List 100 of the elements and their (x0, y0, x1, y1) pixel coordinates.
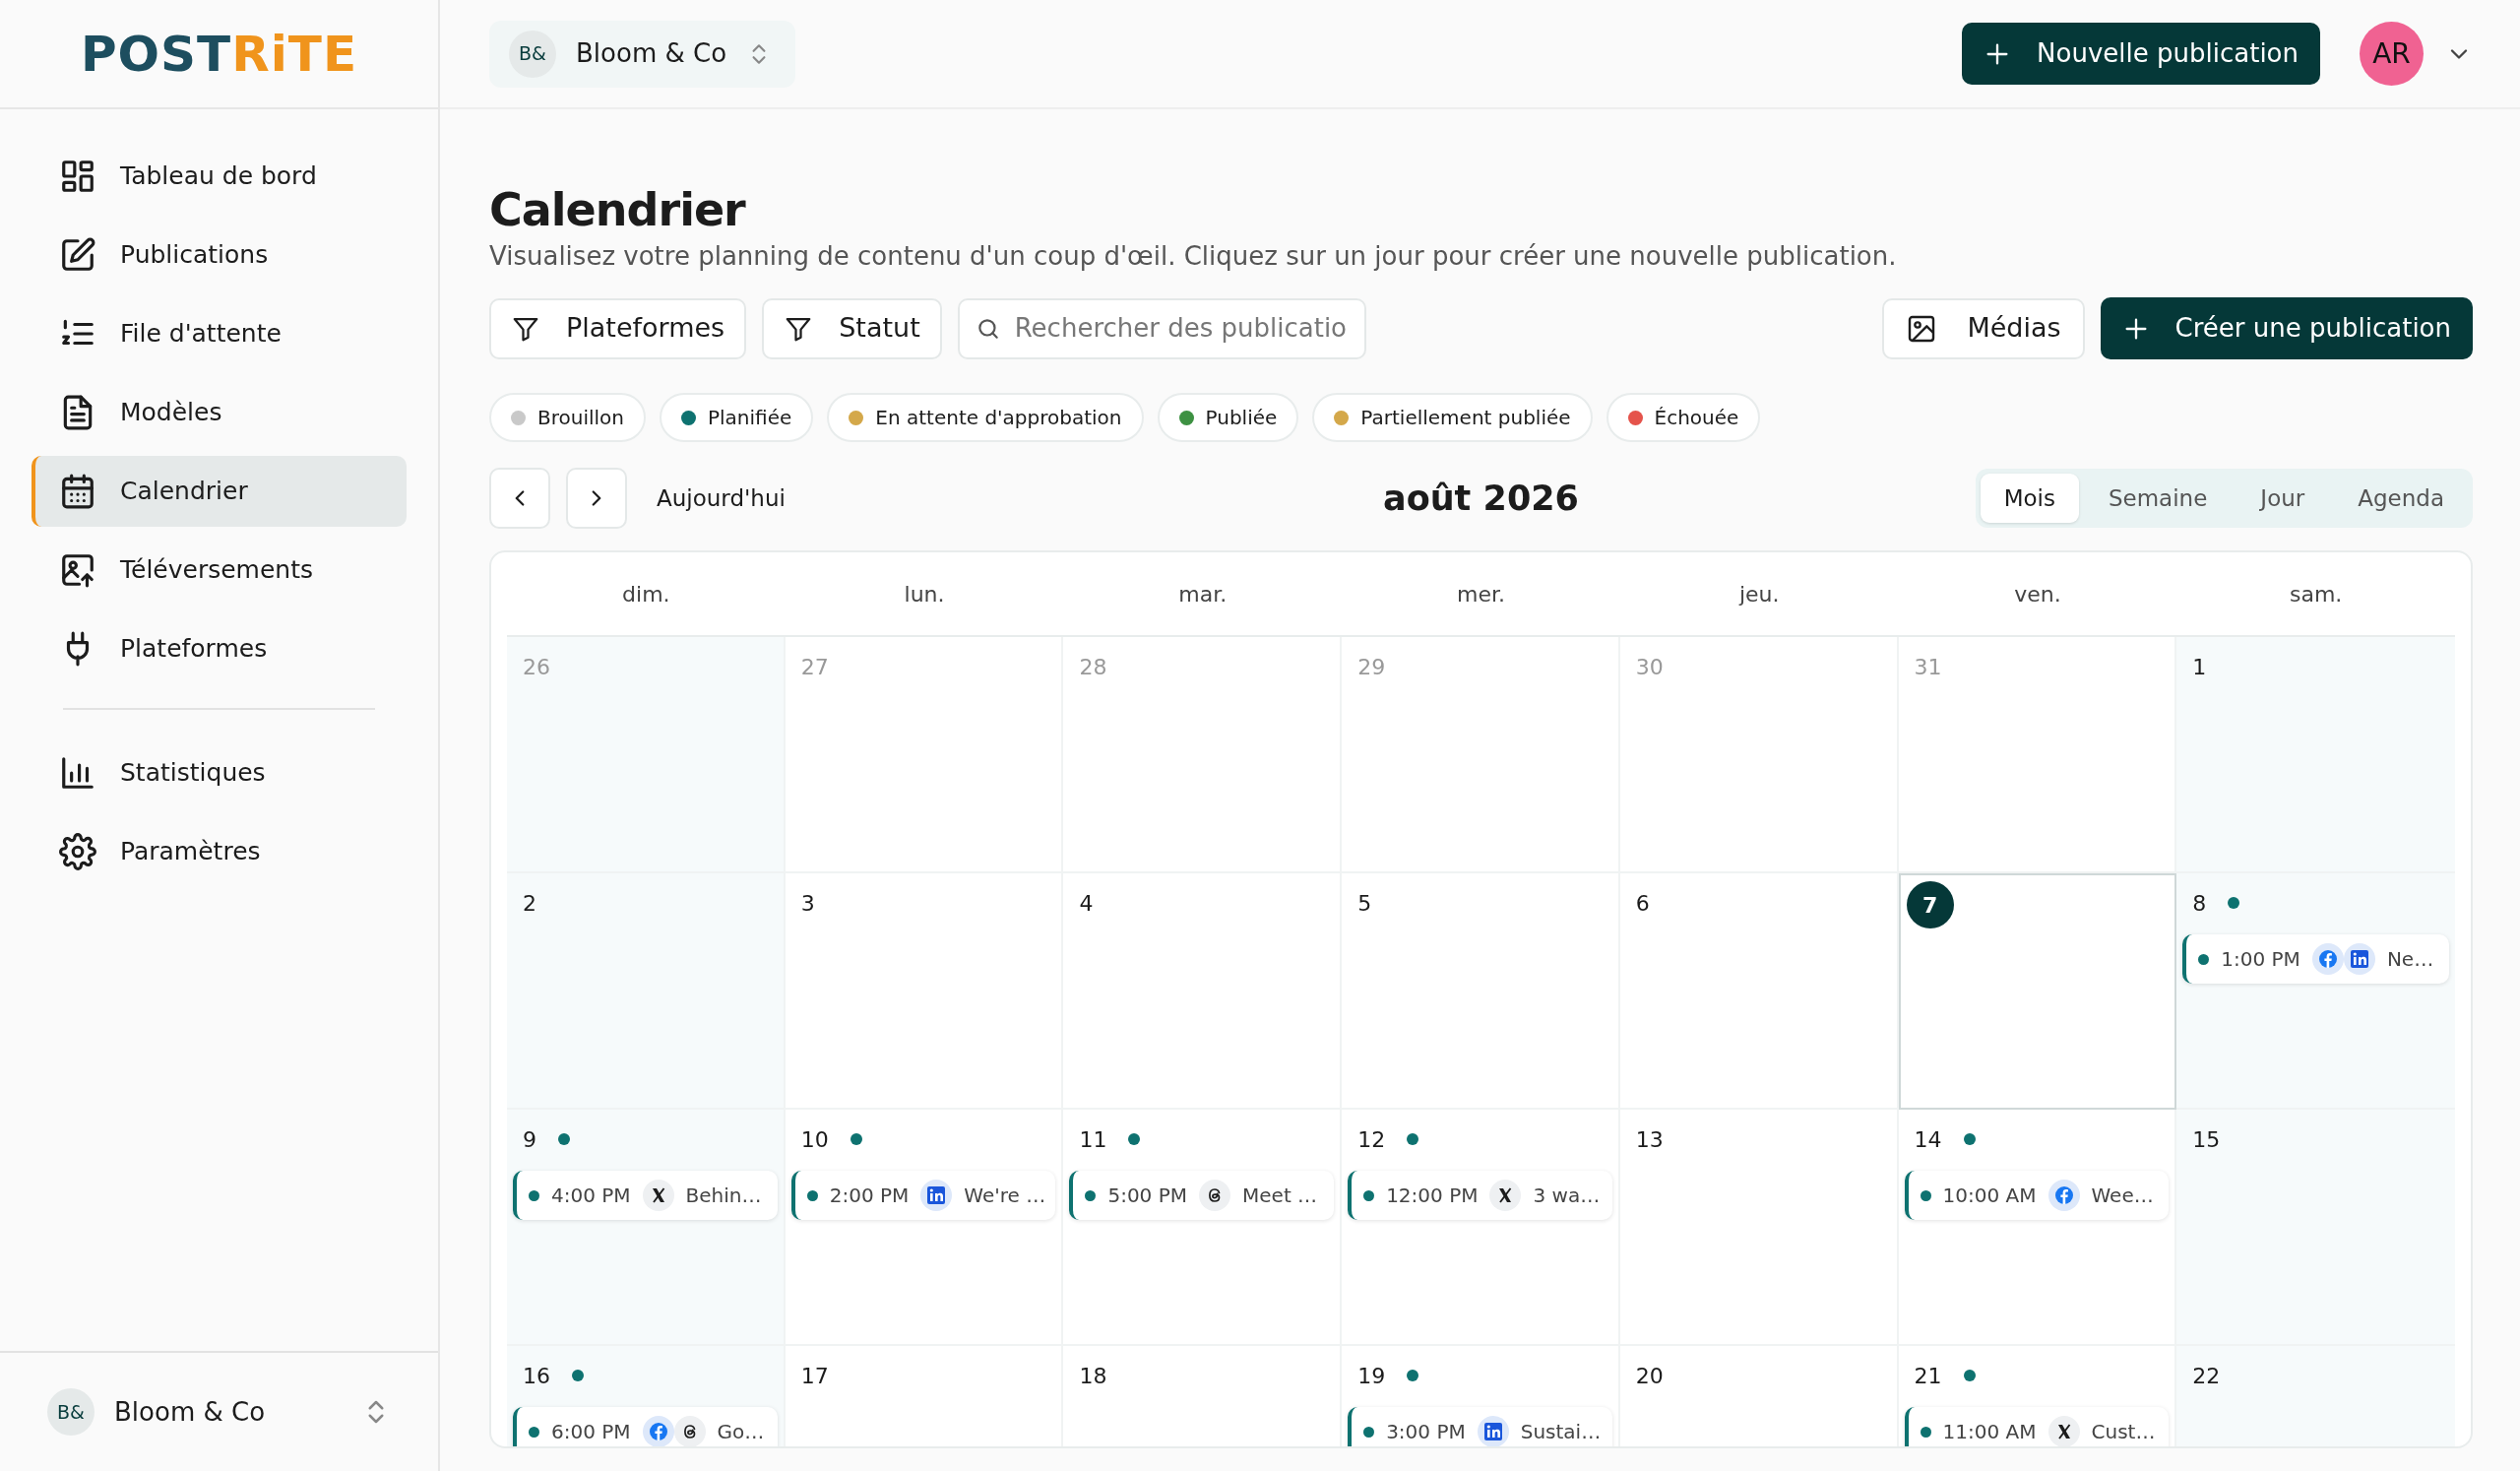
sidebar-item[interactable]: Plateformes (32, 613, 407, 684)
sidebar-item[interactable]: Calendrier (32, 456, 407, 527)
post-item[interactable]: 6:00 PM Go… (513, 1407, 778, 1447)
status-chip[interactable]: Publiée (1157, 393, 1299, 443)
day-cell[interactable]: 3 (785, 873, 1064, 1111)
day-number: 19 (1357, 1362, 1386, 1390)
weekday-label: mer. (1342, 552, 1620, 638)
day-cell[interactable]: 19 3:00 PM Sustai… (1342, 1346, 1620, 1447)
linkedin-icon (920, 1180, 953, 1212)
search-field[interactable]: Rechercher des publicatio (957, 297, 1366, 359)
day-number: 30 (1635, 653, 1664, 681)
weekday-label: mar. (1063, 552, 1343, 638)
sidebar-item[interactable]: Modèles (32, 377, 407, 448)
filter-button[interactable]: Plateformes (489, 297, 747, 359)
day-cell[interactable]: 12 12:00 PM 3 wa… (1342, 1110, 1620, 1347)
post-item[interactable]: 11:00 AM Cust… (1904, 1407, 2170, 1447)
day-number: 21 (1914, 1362, 1942, 1390)
post-item[interactable]: 1:00 PM Ne… (2182, 934, 2449, 985)
status-chip[interactable]: En attente d'approbation (827, 393, 1144, 443)
create-post-button[interactable]: Créer une publication (2100, 297, 2473, 360)
bar-chart-icon (59, 754, 96, 792)
page-subtitle: Visualisez votre planning de contenu d'un coup d'œil. Cliquez sur un jour pour créer une nouvelle publication. (489, 240, 1898, 274)
month-title: août 2026 (1383, 478, 1579, 520)
filter-button[interactable]: Statut (762, 297, 942, 359)
today-button[interactable]: Aujourd'hui (651, 480, 791, 517)
facebook-icon (2311, 943, 2344, 976)
day-number: 5 (1357, 889, 1372, 918)
view-tab[interactable]: Agenda (2334, 473, 2468, 524)
day-number: 16 (523, 1362, 550, 1390)
post-item[interactable]: 4:00 PM Behin… (513, 1171, 778, 1221)
status-label: En attente d'approbation (875, 405, 1122, 432)
post-item[interactable]: 5:00 PM Meet … (1069, 1171, 1335, 1221)
day-cell[interactable]: 6 (1619, 873, 1899, 1111)
page-title: Calendrier (489, 183, 747, 238)
post-title: Meet … (1242, 1183, 1318, 1210)
view-tab[interactable]: Mois (1980, 473, 2079, 524)
day-number: 18 (1079, 1362, 1107, 1390)
status-label: Planifiée (708, 405, 792, 432)
day-number: 15 (2192, 1125, 2221, 1154)
day-cell[interactable]: 21 11:00 AM Cust… (1898, 1346, 2177, 1447)
day-cell[interactable]: 4 (1063, 873, 1343, 1111)
sidebar-item[interactable]: Statistiques (32, 737, 407, 808)
day-cell[interactable]: 22 (2176, 1346, 2455, 1447)
day-number: 20 (1635, 1362, 1664, 1390)
status-chip[interactable]: Échouée (1606, 393, 1761, 443)
calendar-icon (59, 473, 96, 510)
post-item[interactable]: 2:00 PM We're … (790, 1171, 1056, 1221)
status-label: Échouée (1654, 405, 1739, 432)
workspace-switcher[interactable]: B& Bloom & Co (489, 20, 796, 88)
status-label: Partiellement publiée (1360, 405, 1571, 432)
day-cell[interactable]: 8 1:00 PM Ne… (2176, 873, 2455, 1111)
post-time: 11:00 AM (1942, 1419, 2037, 1446)
day-cell[interactable]: 15 (2176, 1110, 2455, 1347)
post-title: Wee… (2091, 1183, 2154, 1210)
day-cell[interactable]: 9 4:00 PM Behin… (507, 1110, 786, 1347)
sidebar-item[interactable]: File d'attente (32, 298, 407, 369)
status-chip[interactable]: Brouillon (489, 393, 646, 443)
post-indicator-dot (1407, 1370, 1419, 1382)
post-item[interactable]: 3:00 PM Sustai… (1348, 1407, 1612, 1447)
image-upload-icon (59, 551, 96, 589)
post-title: We're … (964, 1183, 1046, 1210)
post-title: Sustai… (1520, 1419, 1602, 1446)
status-chip[interactable]: Partiellement publiée (1312, 393, 1593, 443)
day-cell[interactable]: 10 2:00 PM We're … (785, 1110, 1064, 1347)
post-item[interactable]: 12:00 PM 3 wa… (1348, 1171, 1612, 1221)
linkedin-icon (2343, 943, 2375, 976)
day-number: 14 (1914, 1125, 1942, 1154)
post-indicator-dot (850, 1133, 862, 1146)
day-cell[interactable]: 17 (785, 1346, 1064, 1447)
day-cell[interactable]: 2 (507, 873, 786, 1111)
day-cell[interactable]: 18 (1063, 1346, 1343, 1447)
day-number: 10 (800, 1125, 829, 1154)
sidebar-item[interactable]: Tableau de bord (32, 141, 407, 212)
day-number: 3 (800, 889, 815, 918)
day-cell[interactable]: 14 10:00 AM Wee… (1898, 1110, 2177, 1347)
day-cell[interactable]: 20 (1619, 1346, 1899, 1447)
day-number: 2 (523, 889, 536, 918)
sidebar-item[interactable]: Paramètres (32, 816, 407, 887)
new-post-button[interactable]: Nouvelle publication (1962, 23, 2320, 85)
day-number: 8 (2192, 889, 2207, 918)
day-cell[interactable]: 16 6:00 PM Go… (507, 1346, 786, 1447)
sidebar-item[interactable]: Publications (32, 220, 407, 290)
sidebar-item[interactable]: Téléversements (32, 535, 407, 606)
day-number: 17 (800, 1362, 829, 1390)
status-chip[interactable]: Planifiée (660, 393, 814, 443)
post-indicator-dot (2228, 897, 2240, 910)
day-number: 4 (1079, 889, 1094, 918)
view-tab[interactable]: Jour (2236, 473, 2329, 524)
workspace-name: Bloom & Co (576, 37, 727, 70)
day-cell[interactable]: 11 5:00 PM Meet … (1063, 1110, 1343, 1347)
day-cell[interactable]: 5 (1342, 873, 1620, 1111)
view-tab[interactable]: Semaine (2084, 473, 2232, 524)
post-title: Go… (717, 1419, 765, 1446)
x-logo-icon (1489, 1180, 1522, 1212)
workspace-name[interactable]: Bloom & Co (114, 1392, 266, 1432)
day-cell[interactable]: 13 (1619, 1110, 1899, 1347)
day-cell[interactable]: 1 (2176, 637, 2455, 874)
post-item[interactable]: 10:00 AM Wee… (1904, 1171, 2170, 1221)
media-button[interactable]: Médias (1882, 297, 2085, 359)
user-avatar[interactable]: AR (2360, 22, 2424, 86)
